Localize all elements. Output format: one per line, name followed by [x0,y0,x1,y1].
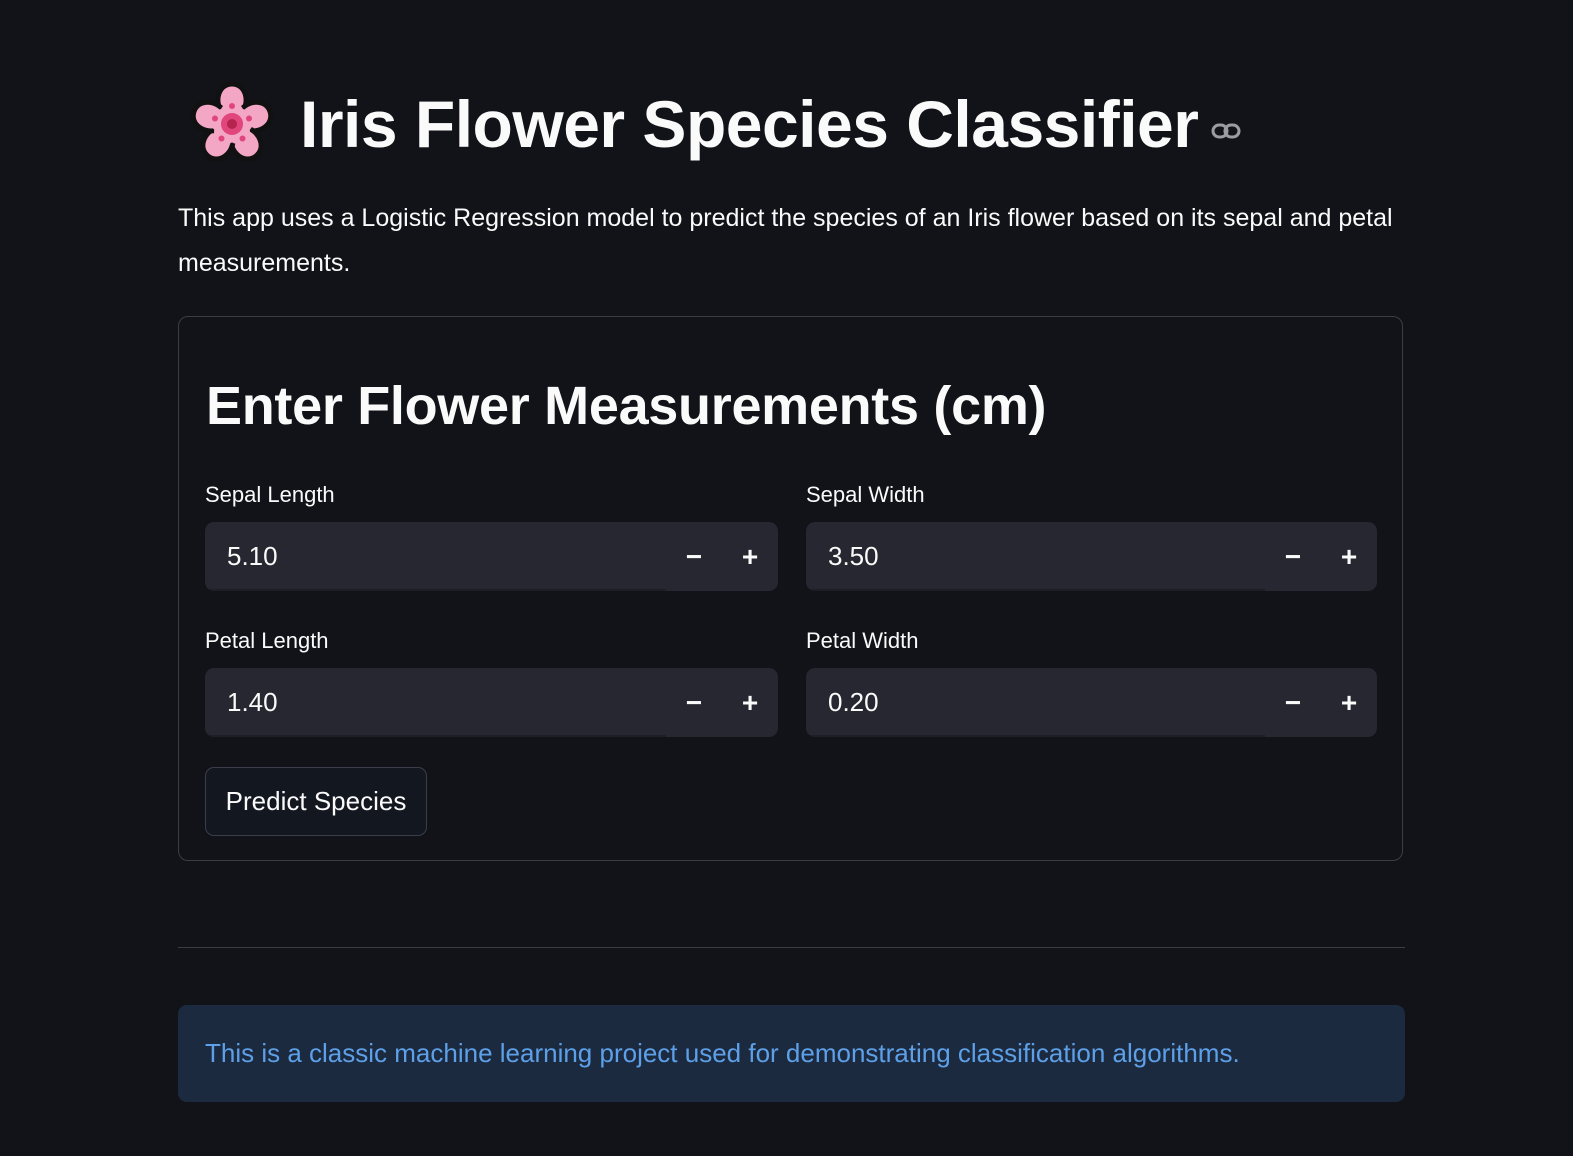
predict-species-button[interactable]: Predict Species [205,767,427,836]
decrement-button[interactable]: − [666,522,722,591]
increment-button[interactable]: + [1321,668,1377,737]
info-text: This is a classic machine learning proje… [205,1038,1240,1068]
petal-length-input: 1.40 − + [205,668,778,737]
number-input-value[interactable]: 3.50 [806,522,1265,591]
increment-button[interactable]: + [722,668,778,737]
petal-width-input: 0.20 − + [806,668,1377,737]
decrement-button[interactable]: − [1265,668,1321,737]
app-description: This app uses a Logistic Regression mode… [178,204,1393,277]
field-label: Sepal Width [806,482,925,507]
decrement-button[interactable]: − [1265,522,1321,591]
info-alert: This is a classic machine learning proje… [178,1005,1405,1102]
increment-button[interactable]: + [1321,522,1377,591]
page-header: Iris Flower Species Classifier [186,74,1242,174]
page-title: Iris Flower Species Classifier [300,87,1199,161]
number-input-value[interactable]: 1.40 [205,668,666,737]
sepal-length-input: 5.10 − + [205,522,778,591]
petal-length-field: Petal Length 1.40 − + [205,626,778,737]
divider [178,947,1405,948]
sepal-length-field: Sepal Length 5.10 − + [205,480,778,591]
field-label: Petal Length [205,628,329,653]
form-heading: Enter Flower Measurements (cm) [206,376,1047,436]
increment-button[interactable]: + [722,522,778,591]
field-label: Petal Width [806,628,919,653]
decrement-button[interactable]: − [666,668,722,737]
petal-width-field: Petal Width 0.20 − + [806,626,1377,737]
number-input-value[interactable]: 0.20 [806,668,1265,737]
sepal-width-input: 3.50 − + [806,522,1377,591]
number-input-value[interactable]: 5.10 [205,522,666,591]
link-icon[interactable] [1210,120,1242,142]
cherry-blossom-icon [186,78,278,170]
sepal-width-field: Sepal Width 3.50 − + [806,480,1377,591]
measurement-form: Enter Flower Measurements (cm) Sepal Len… [178,316,1403,861]
field-label: Sepal Length [205,482,335,507]
